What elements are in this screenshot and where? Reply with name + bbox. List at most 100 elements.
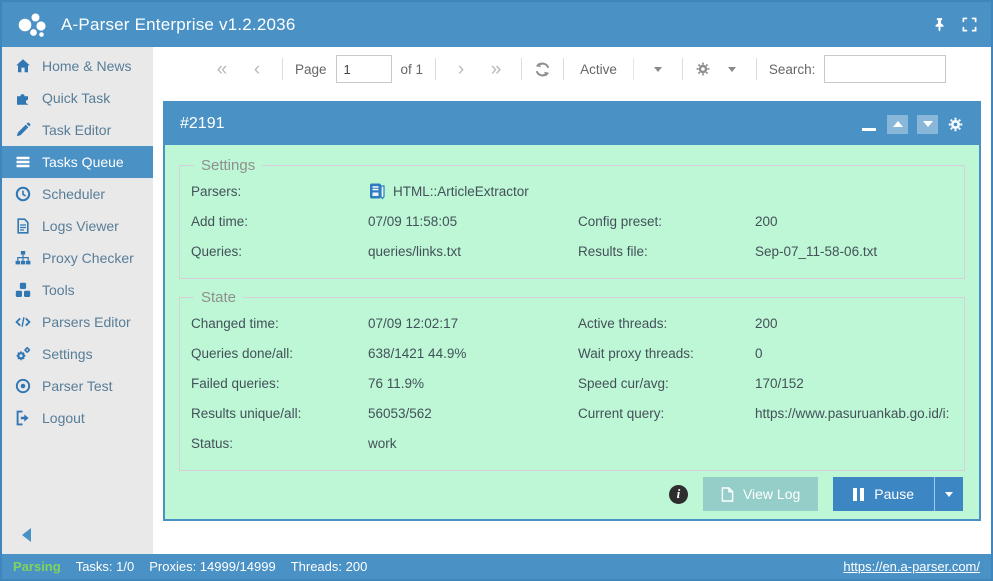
field-value: 07/09 12:02:17 xyxy=(368,308,578,338)
field-label: Failed queries: xyxy=(191,368,368,398)
first-page-button[interactable]: « xyxy=(209,60,235,79)
field-label: Current query: xyxy=(578,398,755,428)
field-value: work xyxy=(368,428,578,458)
field-value: 200 xyxy=(755,206,953,236)
search-label: Search: xyxy=(769,62,816,77)
sidebar-item-home-news[interactable]: Home & News xyxy=(2,50,153,82)
app-logo-icon xyxy=(16,9,50,41)
fullscreen-icon[interactable] xyxy=(962,17,977,32)
state-section: State Changed time: 07/09 12:02:17 Activ… xyxy=(179,289,965,471)
sidebar-item-logout[interactable]: Logout xyxy=(2,402,153,434)
toolbar: « ‹ Page of 1 › » Active xyxy=(153,47,991,91)
a-parser-site-link[interactable]: https://en.a-parser.com/ xyxy=(843,559,980,574)
move-up-button[interactable] xyxy=(887,115,908,134)
move-down-button[interactable] xyxy=(917,115,938,134)
sitemap-icon xyxy=(15,250,31,266)
sidebar-item-quick-task[interactable]: Quick Task xyxy=(2,82,153,114)
sidebar-collapse-icon[interactable] xyxy=(22,528,31,542)
field-value: Sep-07_11-58-06.txt xyxy=(755,236,953,266)
field-value: 170/152 xyxy=(755,368,953,398)
toolbar-separator xyxy=(435,58,436,80)
tasks-count: Tasks: 1/0 xyxy=(76,559,135,574)
toolbar-separator xyxy=(682,58,683,80)
proxies-count: Proxies: 14999/14999 xyxy=(149,559,275,574)
sidebar-item-logs-viewer[interactable]: Logs Viewer xyxy=(2,210,153,242)
field-value: 0 xyxy=(755,338,953,368)
task-actions: i View Log Pause xyxy=(179,471,965,513)
sign-out-icon xyxy=(15,410,31,426)
sidebar-item-parsers-editor[interactable]: Parsers Editor xyxy=(2,306,153,338)
clock-icon xyxy=(15,186,31,202)
sidebar-item-settings[interactable]: Settings xyxy=(2,338,153,370)
app-title: A-Parser Enterprise v1.2.2036 xyxy=(61,15,295,35)
file-icon xyxy=(721,487,734,502)
statusbar: Parsing Tasks: 1/0 Proxies: 14999/14999 … xyxy=(2,554,991,579)
sidebar-item-tools[interactable]: Tools xyxy=(2,274,153,306)
sidebar-item-label: Logs Viewer xyxy=(42,218,119,234)
puzzle-icon xyxy=(15,90,31,106)
field-label: Speed cur/avg: xyxy=(578,368,755,398)
minimize-icon[interactable] xyxy=(862,128,876,131)
sidebar-item-label: Task Editor xyxy=(42,122,111,138)
toolbar-separator xyxy=(282,58,283,80)
sidebar-item-parser-test[interactable]: Parser Test xyxy=(2,370,153,402)
field-label: Queries done/all: xyxy=(191,338,368,368)
parsers-label: Parsers: xyxy=(191,176,368,206)
pin-icon[interactable] xyxy=(932,17,947,32)
sidebar-item-label: Parsers Editor xyxy=(42,314,131,330)
parser-book-icon xyxy=(368,182,386,200)
task-filter-select[interactable]: Active xyxy=(576,62,621,77)
chevron-down-icon xyxy=(945,492,953,497)
toolbar-gear-icon[interactable] xyxy=(695,61,711,77)
task-panel-body: Settings Parsers: HTML::ArticleExtractor… xyxy=(165,145,979,519)
field-label: Queries: xyxy=(191,236,368,266)
field-label: Status: xyxy=(191,428,368,458)
sidebar-item-label: Settings xyxy=(42,346,93,362)
list-icon xyxy=(15,154,31,170)
gears-icon xyxy=(15,346,31,362)
sidebar-item-task-editor[interactable]: Task Editor xyxy=(2,114,153,146)
target-icon xyxy=(15,378,31,394)
sidebar-item-label: Proxy Checker xyxy=(42,250,134,266)
view-log-label: View Log xyxy=(743,486,800,502)
page-input[interactable] xyxy=(336,55,392,83)
sidebar-item-label: Tasks Queue xyxy=(42,154,124,170)
next-page-button[interactable]: › xyxy=(448,60,474,79)
home-icon xyxy=(15,58,31,74)
info-icon[interactable]: i xyxy=(669,485,688,504)
search-input[interactable] xyxy=(824,55,946,83)
toolbar-separator xyxy=(521,58,522,80)
prev-page-button[interactable]: ‹ xyxy=(244,60,270,79)
field-value: 56053/562 xyxy=(368,398,578,428)
task-panel-header: #2191 xyxy=(165,103,979,145)
sidebar-item-proxy-checker[interactable]: Proxy Checker xyxy=(2,242,153,274)
parsing-status: Parsing xyxy=(13,559,61,574)
sidebar-item-label: Quick Task xyxy=(42,90,110,106)
sidebar-item-tasks-queue[interactable]: Tasks Queue xyxy=(2,146,153,178)
last-page-button[interactable]: » xyxy=(483,60,509,79)
current-query-value: https://www.pasuruankab.go.id/i: xyxy=(755,398,953,428)
toolbar-separator xyxy=(633,58,634,80)
page-of-label: of 1 xyxy=(401,62,424,77)
pause-button[interactable]: Pause xyxy=(833,477,963,511)
threads-count: Threads: 200 xyxy=(291,559,368,574)
panel-gear-icon[interactable] xyxy=(947,116,964,133)
workarea: #2191 Settings xyxy=(153,91,991,554)
cubes-icon xyxy=(15,282,31,298)
gear-dropdown-button[interactable] xyxy=(720,63,744,76)
settings-legend: Settings xyxy=(194,157,262,174)
sidebar-item-label: Tools xyxy=(42,282,75,298)
pause-dropdown-button[interactable] xyxy=(934,477,963,511)
refresh-icon[interactable] xyxy=(534,61,551,78)
pause-icon xyxy=(853,488,864,501)
chevron-down-icon xyxy=(923,121,933,127)
settings-section: Settings Parsers: HTML::ArticleExtractor… xyxy=(179,157,965,279)
view-log-button[interactable]: View Log xyxy=(703,477,818,511)
task-filter-dropdown-button[interactable] xyxy=(646,63,670,76)
field-value: 76 11.9% xyxy=(368,368,578,398)
file-text-icon xyxy=(15,218,31,234)
sidebar-item-scheduler[interactable]: Scheduler xyxy=(2,178,153,210)
field-label: Results file: xyxy=(578,236,755,266)
page-label: Page xyxy=(295,62,327,77)
app-window: A-Parser Enterprise v1.2.2036 Home & New… xyxy=(0,0,993,581)
